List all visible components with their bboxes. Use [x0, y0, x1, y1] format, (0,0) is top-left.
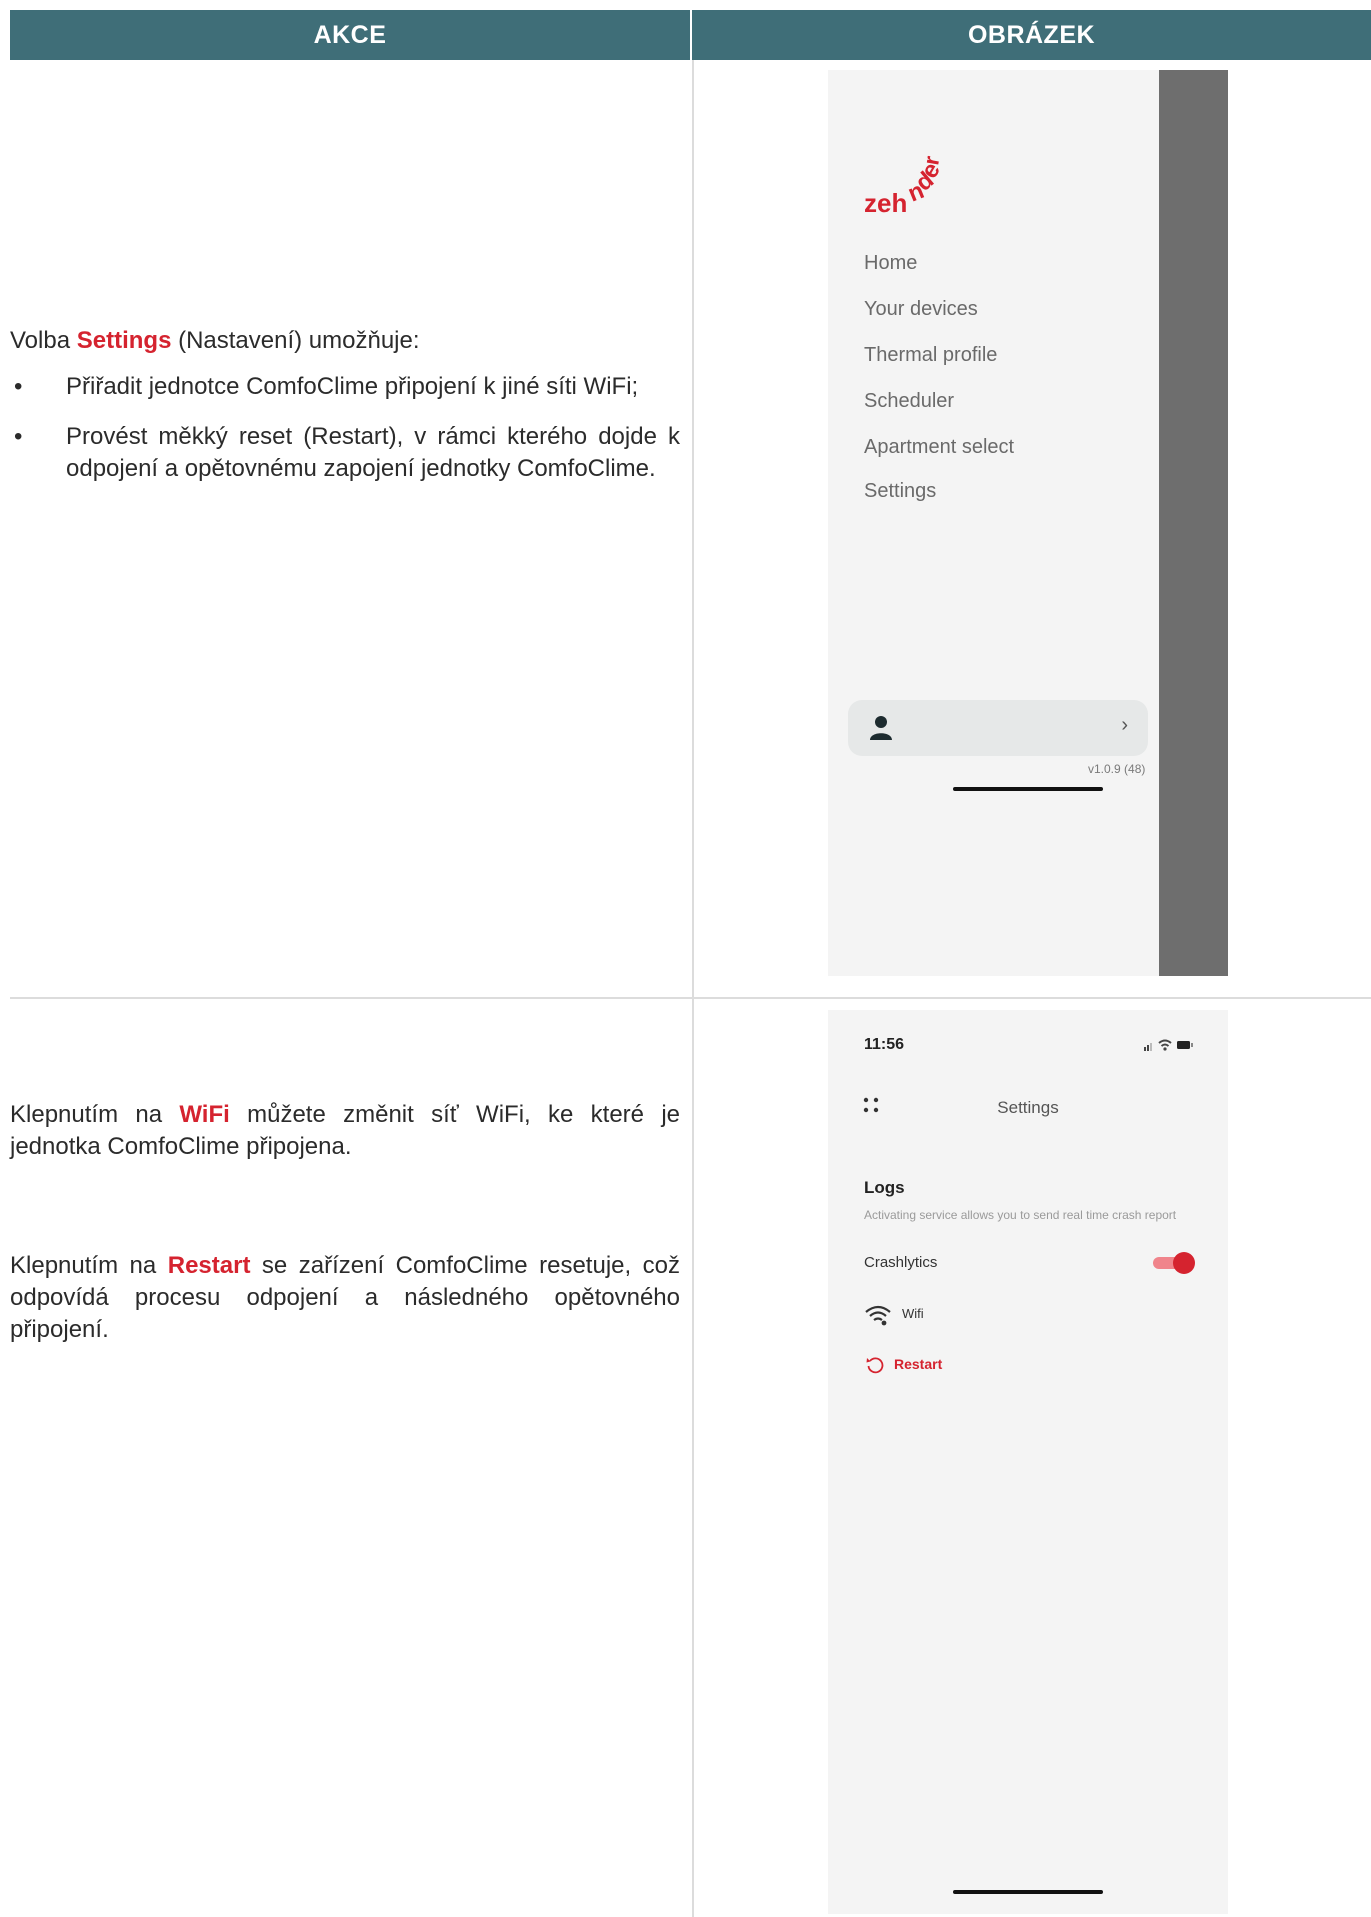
p1-accent: WiFi [179, 1101, 230, 1128]
intro-prefix: Volba [10, 327, 77, 354]
settings-screenshot: 11:56 Settings Logs Activating service a… [828, 1010, 1228, 1914]
p1-prefix: Klepnutím na [10, 1101, 180, 1128]
svg-text:zeh: zeh [864, 188, 907, 218]
menu-item-thermal-profile[interactable]: Thermal profile [864, 344, 997, 367]
wifi-option[interactable]: Wifi [902, 1306, 924, 1321]
status-icons [1144, 1039, 1193, 1051]
dim-overlay[interactable] [1159, 70, 1228, 976]
profile-button[interactable]: › [848, 700, 1148, 756]
crashlytics-label: Crashlytics [864, 1254, 938, 1271]
logs-description: Activating service allows you to send re… [864, 1208, 1177, 1222]
zehnder-logo: zeh n d e r [864, 154, 946, 218]
row1-text: Volba Settings (Nastavení) umožňuje: • Př… [10, 325, 680, 503]
app-version: v1.0.9 (48) [1088, 762, 1146, 776]
row2-restart-text: Klepnutím na Restart se zařízení ComfoCl… [10, 1250, 680, 1346]
screen-title: Settings [997, 1098, 1059, 1117]
chevron-right-icon: › [1121, 714, 1128, 736]
header-akce: AKCE [10, 10, 692, 60]
intro-accent: Settings [76, 327, 172, 354]
row1-bullets: • Přiřadit jednotce ComfoClime připojení … [10, 371, 680, 485]
column-divider [692, 60, 694, 1917]
menu-item-home[interactable]: Home [864, 252, 917, 275]
row2-wifi-text: Klepnutím na WiFi můžete změnit síť WiFi… [10, 1099, 680, 1163]
status-time: 11:56 [864, 1036, 905, 1053]
menu-item-apartment-select[interactable]: Apartment select [864, 436, 1014, 459]
bullet-item: • Provést měkký reset (Restart), v rámci … [10, 421, 680, 485]
bullet-text: Provést měkký reset (Restart), v rámci k… [66, 423, 680, 482]
p2-prefix: Klepnutím na [10, 1252, 168, 1279]
menu-item-scheduler[interactable]: Scheduler [864, 390, 954, 413]
logs-heading: Logs [864, 1178, 905, 1197]
home-indicator [953, 1890, 1103, 1894]
user-icon [870, 716, 892, 740]
restart-icon[interactable] [866, 1356, 884, 1374]
menu-item-settings[interactable]: Settings [864, 480, 936, 503]
bullet-text: Přiřadit jednotce ComfoClime připojení k… [66, 373, 639, 400]
menu-item-your-devices[interactable]: Your devices [864, 298, 978, 321]
intro-suffix: (Nastavení) umožňuje: [171, 327, 420, 354]
header-obrazek: OBRÁZEK [692, 10, 1371, 60]
bullet-dot: • [14, 423, 23, 450]
p2-accent: Restart [167, 1252, 251, 1279]
restart-option[interactable]: Restart [894, 1356, 942, 1372]
bullet-dot: • [14, 373, 23, 400]
home-indicator [953, 787, 1103, 791]
wifi-icon[interactable] [864, 1304, 892, 1326]
toggle-knob [1173, 1252, 1195, 1274]
row1-intro: Volba Settings (Nastavení) umožňuje: [10, 325, 680, 357]
bullet-item: • Přiřadit jednotce ComfoClime připojení … [10, 371, 680, 403]
row-divider [10, 997, 1371, 999]
instruction-table: AKCE OBRÁZEK Volba Settings (Nastavení) … [10, 10, 1371, 1917]
menu-screenshot: zeh n d e r Home Your devices Thermal pr… [828, 70, 1228, 976]
crashlytics-toggle[interactable] [1153, 1252, 1195, 1274]
table-header: AKCE OBRÁZEK [10, 10, 1371, 60]
